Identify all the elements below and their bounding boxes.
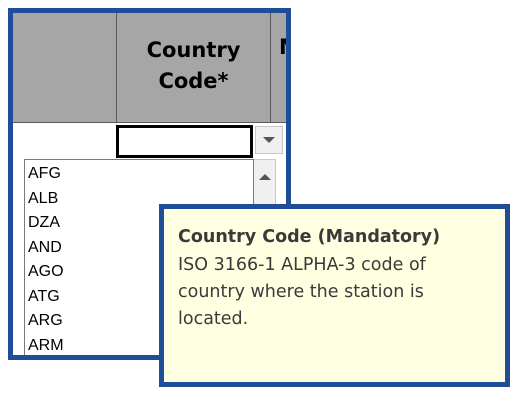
tooltip-title: Country Code (Mandatory) xyxy=(178,227,441,247)
cell-previous-column[interactable] xyxy=(13,123,117,160)
column-header-next-label: M xyxy=(279,35,286,59)
tooltip-body: ISO 3166-1 ALPHA-3 code of country where… xyxy=(178,255,426,329)
dropdown-option[interactable]: AFG xyxy=(28,162,253,187)
scroll-up-icon[interactable] xyxy=(259,174,271,180)
column-header-country-code[interactable]: Country Code* xyxy=(117,13,271,123)
country-code-cell[interactable] xyxy=(116,125,253,158)
chevron-down-icon xyxy=(263,137,275,143)
dropdown-arrow-button[interactable] xyxy=(255,126,283,154)
column-header-label: Country Code* xyxy=(146,37,241,93)
input-message-tooltip: Country Code (Mandatory) ISO 3166-1 ALPH… xyxy=(159,204,510,387)
column-header-previous[interactable] xyxy=(13,13,117,123)
column-header-next[interactable]: M xyxy=(271,13,286,123)
